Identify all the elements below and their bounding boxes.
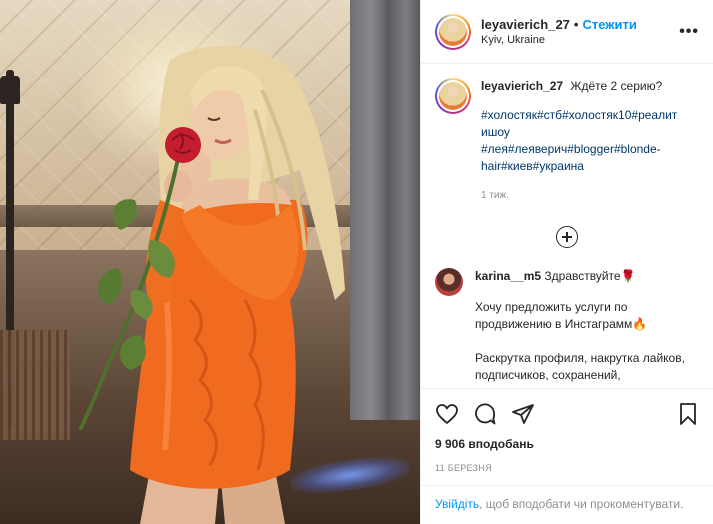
comments-section[interactable]: leyavierich_27 Ждёте 2 серию? #холостяк#…: [421, 64, 713, 388]
action-icons: [435, 399, 699, 429]
author-info: leyavierich_27 • Стежити Kyiv, Ukraine: [481, 17, 673, 46]
plus-circle-icon[interactable]: [556, 226, 578, 248]
post-actions: 9 906 вподобань 11 БЕРЕЗНЯ Увійдіть, щоб…: [421, 388, 713, 524]
comment-first-line: Здравствуйте🌹: [544, 269, 636, 283]
author-username[interactable]: leyavierich_27: [481, 17, 570, 32]
post-photo[interactable]: [0, 0, 420, 524]
login-prompt: Увійдіть, щоб вподобати чи прокоментуват…: [421, 485, 713, 513]
likes-count[interactable]: 9 906 вподобань: [435, 437, 699, 451]
post-date[interactable]: 11 БЕРЕЗНЯ: [435, 463, 699, 473]
comment-body: karina__m5 Здравствуйте🌹 Хочу предложить…: [475, 268, 699, 388]
caption-text: Ждёте 2 серию?: [570, 79, 663, 93]
rose-leaf: [97, 268, 122, 305]
login-link[interactable]: Увійдіть: [435, 497, 479, 511]
follow-button[interactable]: Стежити: [582, 17, 636, 32]
heart-icon[interactable]: [435, 402, 459, 426]
hashtag-line[interactable]: #лея#леяверич#blogger#blonde-: [481, 141, 699, 158]
caption-username[interactable]: leyavierich_27: [481, 79, 563, 93]
more-icon[interactable]: •••: [679, 23, 699, 41]
caption-avatar[interactable]: [435, 78, 471, 114]
share-icon[interactable]: [511, 402, 535, 426]
comment-icon[interactable]: [473, 402, 497, 426]
author-avatar[interactable]: [435, 13, 471, 50]
rose-leaf: [112, 199, 137, 230]
comment-paragraph: Раскрутка профиля, накрутка лайков, подп…: [475, 351, 685, 382]
post-location[interactable]: Kyiv, Ukraine: [481, 34, 673, 46]
comment-item: karina__m5 Здравствуйте🌹 Хочу предложить…: [435, 268, 699, 388]
hashtag-line[interactable]: #холостяк#стб#холостяк10#реалит: [481, 107, 699, 124]
woman-with-rose-figure: [78, 46, 345, 524]
caption: leyavierich_27 Ждёте 2 серию? #холостяк#…: [435, 78, 699, 204]
bookmark-icon[interactable]: [677, 402, 699, 426]
caption-hashtags[interactable]: #холостяк#стб#холостяк10#реалит ишоу #ле…: [481, 107, 699, 175]
commenter-username[interactable]: karina__m5: [475, 269, 541, 283]
hashtag-line[interactable]: hair#киев#украина: [481, 158, 699, 175]
caption-time: 1 тиж.: [481, 190, 509, 201]
author-avatar-image: [439, 17, 467, 46]
commenter-avatar[interactable]: [435, 268, 463, 296]
instagram-post: leyavierich_27 • Стежити Kyiv, Ukraine •…: [0, 0, 713, 524]
login-prompt-text: , щоб вподобати чи прокоментувати.: [479, 497, 684, 511]
separator-dot: •: [573, 17, 579, 32]
post-side-panel: leyavierich_27 • Стежити Kyiv, Ukraine •…: [420, 0, 713, 524]
caption-body: leyavierich_27 Ждёте 2 серию? #холостяк#…: [481, 78, 699, 204]
caption-avatar-image: [439, 82, 467, 110]
comment-paragraph: Хочу предложить услуги по продвижению в …: [475, 300, 648, 331]
hashtag-line[interactable]: ишоу: [481, 124, 699, 141]
load-more-comments[interactable]: [435, 226, 699, 248]
post-header: leyavierich_27 • Стежити Kyiv, Ukraine •…: [421, 0, 713, 64]
